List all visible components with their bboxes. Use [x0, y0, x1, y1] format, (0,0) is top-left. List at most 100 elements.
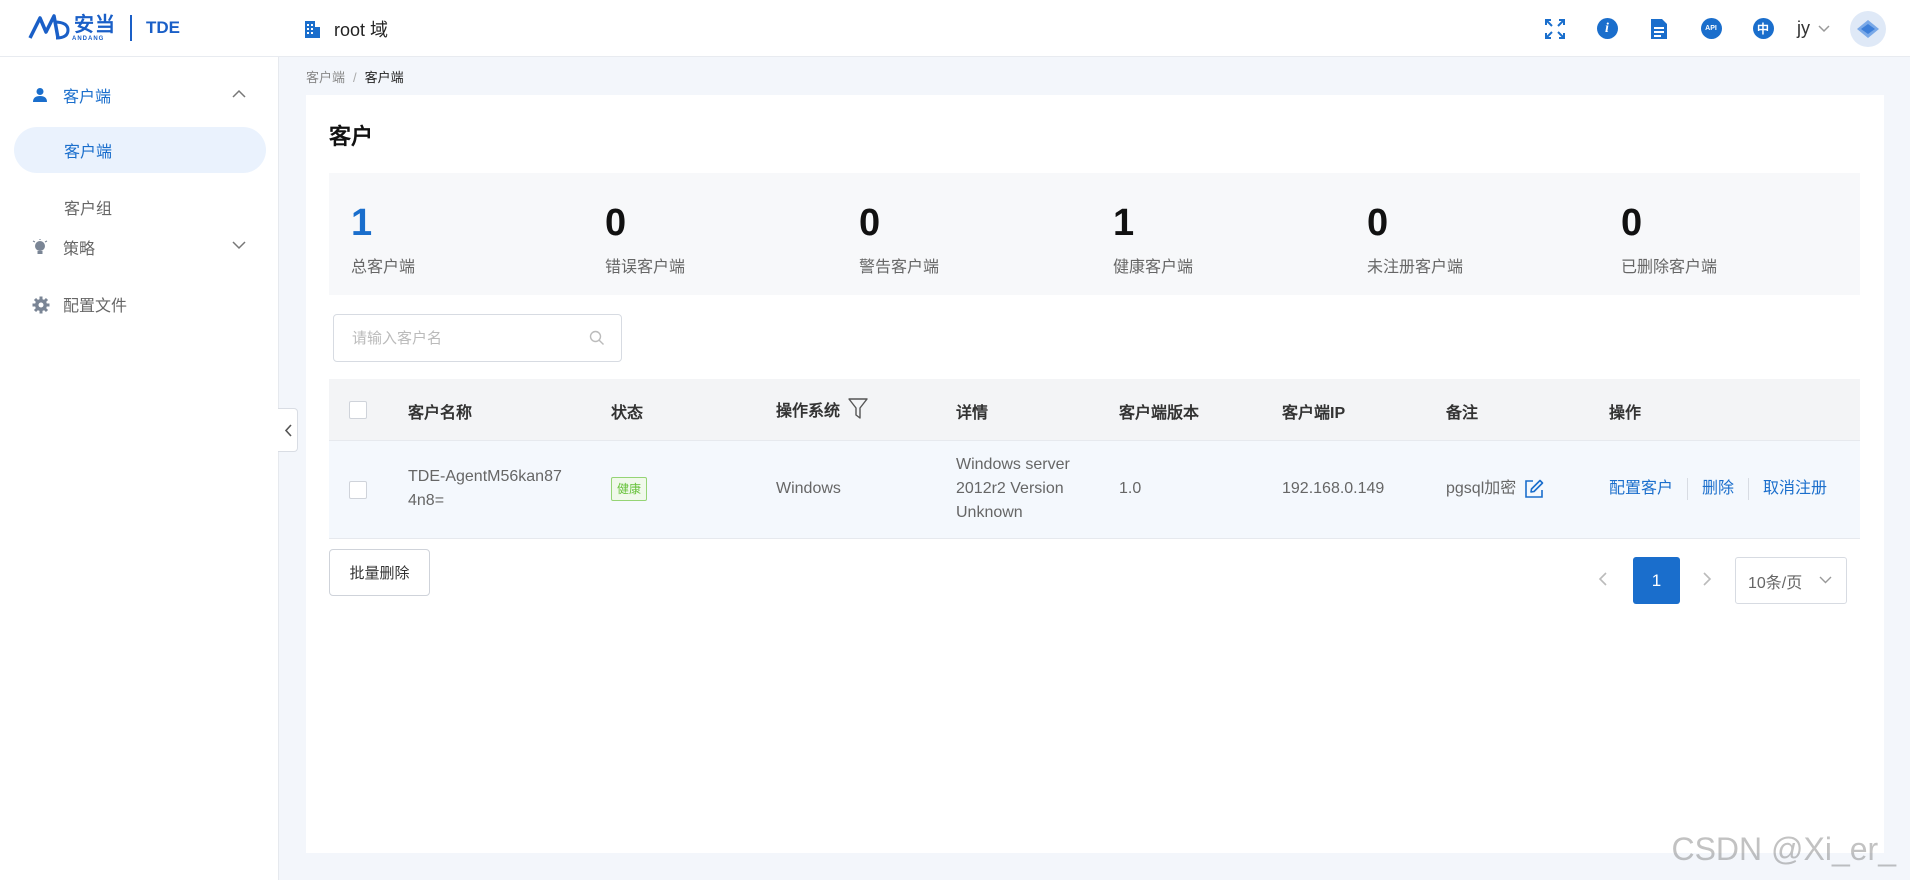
column-header-version: 客户端版本 — [1119, 405, 1200, 422]
language-icon[interactable]: 中 — [1751, 17, 1775, 41]
stat-error-clients: 0 错误客户端 — [605, 203, 685, 277]
gear-icon — [32, 296, 50, 314]
main-panel: 客户 1 总客户端 0 错误客户端 0 警告客户端 1 健康客户端 0 未注册客… — [306, 95, 1884, 853]
stat-value: 0 — [1621, 202, 1643, 244]
user-menu[interactable]: jy — [1797, 18, 1830, 39]
table-row: TDE-AgentM56kan87 4n8= 健康 Windows Window… — [329, 441, 1860, 539]
sidebar-group-policy[interactable]: 策略 — [0, 227, 279, 267]
page-title: 客户 — [329, 124, 374, 149]
unregister-link[interactable]: 取消注册 — [1763, 480, 1827, 497]
api-icon-glyph: API — [1700, 18, 1722, 39]
delete-link[interactable]: 删除 — [1702, 480, 1734, 497]
domain-selector[interactable]: root 域 — [302, 16, 388, 42]
cell-remark: pgsql加密 — [1446, 477, 1544, 501]
chevron-down-icon — [1819, 576, 1832, 584]
sidebar-item-label: 客户组 — [64, 201, 113, 218]
top-header: 安当 ANDANG TDE root 域 i API 中 jy — [0, 0, 1910, 57]
column-header-ip: 客户端IP — [1282, 405, 1346, 422]
stat-value: 0 — [605, 202, 627, 244]
edit-icon[interactable] — [1524, 479, 1544, 499]
page-size-select[interactable]: 10条/页 — [1735, 557, 1847, 604]
stat-total-clients: 1 总客户端 — [351, 203, 415, 277]
search-input[interactable] — [352, 329, 582, 347]
select-all-checkbox[interactable] — [349, 401, 367, 419]
logo-divider — [130, 15, 132, 41]
cell-version: 1.0 — [1119, 480, 1142, 497]
client-name-line: TDE-AgentM56kan87 — [408, 468, 562, 485]
document-icon[interactable] — [1647, 17, 1671, 41]
batch-delete-button[interactable]: 批量删除 — [329, 549, 430, 596]
cell-detail: Windows server 2012r2 Version Unknown — [956, 453, 1070, 525]
cell-ip: 192.168.0.149 — [1282, 480, 1385, 497]
info-icon[interactable]: i — [1595, 17, 1619, 41]
search-icon[interactable] — [589, 330, 605, 346]
domain-label: root 域 — [334, 20, 389, 40]
cell-os: Windows — [776, 480, 841, 497]
next-page-icon[interactable] — [1702, 571, 1712, 587]
logo-en: ANDANG — [72, 35, 105, 42]
fullscreen-icon[interactable] — [1543, 17, 1567, 41]
stat-value: 0 — [859, 202, 881, 244]
table-header: 客户名称 状态 操作系统 详情 客户端版本 客户端IP 备注 操作 — [329, 379, 1860, 441]
breadcrumb-current: 客户端 — [364, 70, 404, 85]
action-divider — [1748, 477, 1750, 500]
product-name: TDE — [146, 18, 180, 37]
prev-page-icon[interactable] — [1598, 571, 1608, 587]
stat-label: 警告客户端 — [859, 259, 940, 276]
avatar[interactable] — [1850, 10, 1886, 47]
sidebar-item-client-groups[interactable]: 客户组 — [14, 184, 266, 230]
sidebar-collapse-button[interactable] — [278, 408, 298, 452]
username: jy — [1797, 18, 1810, 38]
language-icon-glyph: 中 — [1752, 18, 1774, 39]
stat-label: 已删除客户端 — [1621, 259, 1718, 276]
breadcrumb-root[interactable]: 客户端 — [306, 70, 345, 85]
stat-label: 未注册客户端 — [1367, 259, 1464, 276]
detail-line: 2012r2 Version — [956, 480, 1064, 497]
detail-line: Windows server — [956, 456, 1070, 473]
column-header-os: 操作系统 — [776, 397, 868, 421]
header-toolbar: i API 中 jy — [1515, 0, 1910, 57]
sidebar-group-label: 客户端 — [63, 89, 112, 106]
stat-healthy-clients: 1 健康客户端 — [1113, 203, 1193, 277]
column-header-detail: 详情 — [956, 405, 989, 422]
stat-deleted-clients: 0 已删除客户端 — [1621, 203, 1717, 277]
sidebar-group-label: 配置文件 — [63, 298, 128, 315]
andang-logo-icon — [28, 14, 70, 40]
filter-icon[interactable] — [848, 398, 868, 420]
building-icon — [305, 21, 320, 38]
sidebar-group-config-files[interactable]: 配置文件 — [0, 284, 279, 324]
bulb-icon — [32, 239, 48, 254]
breadcrumb: 客户端 / 客户端 — [306, 67, 404, 86]
stat-label: 总客户端 — [351, 259, 416, 276]
action-divider — [1687, 477, 1689, 500]
sidebar: 客户端 客户端 客户组 策略 配置文件 — [0, 57, 279, 880]
stat-value: 0 — [1367, 202, 1389, 244]
chevron-left-icon — [284, 423, 292, 437]
page-button-1[interactable]: 1 — [1633, 557, 1680, 604]
client-search — [333, 314, 622, 362]
sidebar-group-clients[interactable]: 客户端 — [0, 75, 279, 115]
logo-cn: 安当 — [74, 13, 116, 36]
status-badge: 健康 — [611, 477, 648, 501]
logo-text: 安当 ANDANG — [72, 15, 116, 42]
column-header-name: 客户名称 — [408, 405, 473, 422]
stat-label: 健康客户端 — [1113, 259, 1194, 276]
stats-summary: 1 总客户端 0 错误客户端 0 警告客户端 1 健康客户端 0 未注册客户端 … — [329, 173, 1860, 295]
sidebar-item-clients[interactable]: 客户端 — [14, 127, 266, 173]
app-logo[interactable]: 安当 ANDANG TDE — [28, 12, 180, 44]
row-checkbox[interactable] — [349, 481, 367, 499]
sidebar-group-label: 策略 — [63, 241, 96, 258]
chevron-up-icon — [232, 89, 246, 98]
remark-text: pgsql加密 — [1446, 480, 1517, 497]
detail-line: Unknown — [956, 504, 1023, 521]
cell-client-name: TDE-AgentM56kan87 4n8= — [408, 465, 562, 513]
api-icon[interactable]: API — [1699, 17, 1723, 41]
client-name-line: 4n8= — [408, 492, 445, 509]
stat-value: 1 — [351, 202, 373, 244]
chevron-down-icon — [1818, 24, 1830, 32]
stat-label: 错误客户端 — [605, 259, 686, 276]
cell-actions: 配置客户 删除 取消注册 — [1609, 477, 1827, 501]
stat-value: 1 — [1113, 202, 1135, 244]
column-header-status: 状态 — [611, 405, 644, 422]
configure-client-link[interactable]: 配置客户 — [1609, 480, 1673, 497]
